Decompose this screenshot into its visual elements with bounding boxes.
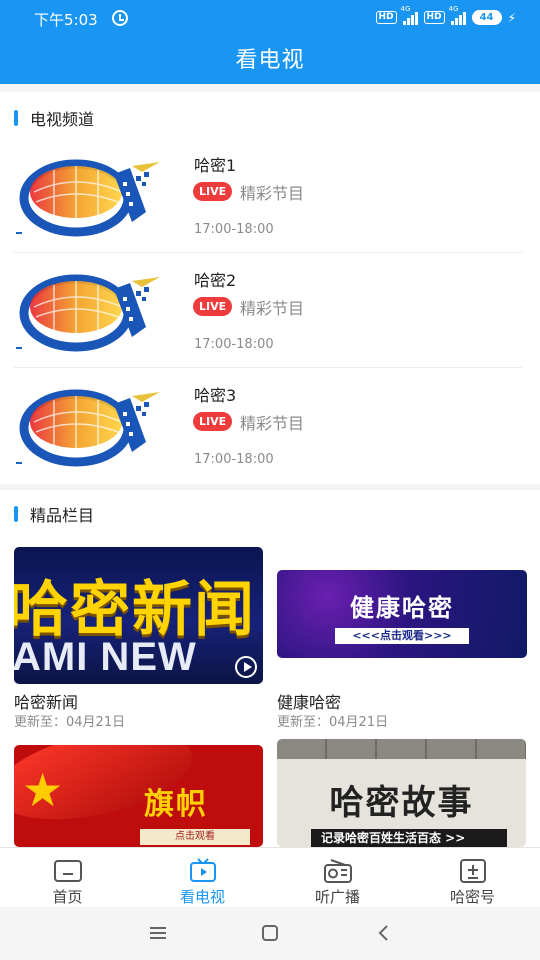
menu-icon[interactable] (149, 923, 167, 943)
battery-icon: 44 (471, 10, 502, 25)
status-bar: 下午5:03 HD 4G HD 4G 44 ⚡ (0, 0, 540, 38)
page-title: 看电视 (235, 48, 305, 73)
tab-label: 听广播 (314, 888, 360, 906)
channel-item[interactable]: 哈密2 LIVE 精彩节目 17:00-18:00 (0, 253, 540, 368)
plus-box-icon (460, 859, 486, 883)
program-thumbnail: 哈密新闻 AMI NEW (14, 547, 263, 684)
program-card[interactable]: 哈密新闻 AMI NEW 哈密新闻 更新至：04月21日 (14, 547, 263, 732)
home-button-icon[interactable] (261, 923, 279, 943)
channel-logo (14, 267, 164, 355)
section-marker (14, 506, 18, 522)
thumbnail-subtitle: 记录哈密百姓生活百态 >> (311, 829, 507, 847)
bottom-nav: 首页 看电视 听广播 哈密号 (0, 847, 540, 907)
channel-logo (14, 382, 164, 470)
program-card[interactable]: 健康哈密 <<<点击观看>>> 健康哈密 更新至：04月21日 (277, 570, 527, 732)
tv-channel-section: 电视频道 哈密1 LIVE 精彩节目 17:00-18:00 哈密2 LIVE … (0, 92, 540, 484)
tv-icon (190, 858, 216, 882)
alarm-icon (112, 10, 128, 26)
status-time: 下午5:03 (34, 11, 98, 29)
program-card[interactable]: 哈密故事 记录哈密百姓生活百态 >> (277, 739, 526, 847)
program-title: 健康哈密 (277, 693, 342, 712)
channel-name: 哈密1 (194, 156, 237, 175)
program-card[interactable]: ★ 旗帜 点击观看 (14, 745, 263, 847)
tab-radio[interactable]: 听广播 (270, 848, 405, 908)
tab-label: 看电视 (179, 888, 225, 906)
status-icons: HD 4G HD 4G 44 ⚡ (375, 5, 516, 25)
charging-icon: ⚡ (507, 10, 516, 25)
logo-tick (16, 347, 22, 349)
section-title: 精品栏目 (30, 506, 95, 525)
section-header: 电视频道 (14, 108, 95, 129)
program-thumbnail: ★ 旗帜 点击观看 (14, 745, 263, 847)
section-title: 电视频道 (30, 110, 95, 129)
radio-icon (324, 859, 352, 883)
thumbnail-subtitle: <<<点击观看>>> (335, 628, 469, 644)
program-time: 17:00-18:00 (194, 222, 274, 237)
channel-logo (14, 152, 164, 240)
network-type: 4G (400, 4, 411, 13)
tab-home[interactable]: 首页 (0, 848, 135, 908)
update-date: 更新至：04月21日 (277, 715, 389, 730)
logo-tick (16, 462, 22, 464)
program-thumbnail: 健康哈密 <<<点击观看>>> (277, 570, 527, 658)
live-badge: LIVE (193, 412, 233, 431)
signal-icon: 4G (401, 5, 418, 25)
program-name: 精彩节目 (240, 184, 305, 203)
brick-wall (277, 739, 526, 759)
channel-item[interactable]: 哈密3 LIVE 精彩节目 17:00-18:00 (0, 368, 540, 483)
hd-badge: HD (375, 11, 397, 24)
channel-item[interactable]: 哈密1 LIVE 精彩节目 17:00-18:00 (0, 138, 540, 253)
thumbnail-title: 哈密故事 (329, 783, 474, 823)
top-bar: 下午5:03 HD 4G HD 4G 44 ⚡ 看电视 (0, 0, 540, 84)
thumbnail-title: 健康哈密 (350, 594, 454, 622)
program-title: 哈密新闻 (14, 693, 79, 712)
play-icon[interactable] (235, 656, 257, 678)
program-time: 17:00-18:00 (194, 337, 274, 352)
star-icon: ★ (22, 763, 64, 817)
program-time: 17:00-18:00 (194, 452, 274, 467)
thumbnail-title: 旗帜 (144, 787, 208, 822)
program-thumbnail: 哈密故事 记录哈密百姓生活百态 >> (277, 739, 526, 847)
channel-name: 哈密2 (194, 271, 237, 290)
tab-tv[interactable]: 看电视 (135, 848, 270, 908)
channel-name: 哈密3 (194, 386, 237, 405)
back-icon[interactable] (375, 923, 393, 943)
live-badge: LIVE (193, 182, 233, 201)
system-nav-bar (0, 907, 540, 960)
tab-label: 哈密号 (449, 888, 495, 906)
program-name: 精彩节目 (240, 414, 305, 433)
featured-section: 精品栏目 哈密新闻 AMI NEW 哈密新闻 更新至：04月21日 健康哈密 <… (0, 490, 540, 847)
section-header: 精品栏目 (14, 504, 95, 525)
tab-label: 首页 (52, 888, 83, 906)
logo-tick (16, 232, 22, 234)
thumbnail-subtitle: AMI NEW (14, 635, 197, 679)
tab-hami-account[interactable]: 哈密号 (405, 848, 540, 908)
update-date: 更新至：04月21日 (14, 715, 126, 730)
live-badge: LIVE (193, 297, 233, 316)
home-icon (54, 860, 82, 882)
network-type: 4G (448, 4, 459, 13)
program-name: 精彩节目 (240, 299, 305, 318)
thumbnail-subtitle: 点击观看 (140, 829, 250, 845)
hd-badge: HD (423, 11, 445, 24)
signal-icon: 4G (449, 5, 466, 25)
section-marker (14, 110, 18, 126)
